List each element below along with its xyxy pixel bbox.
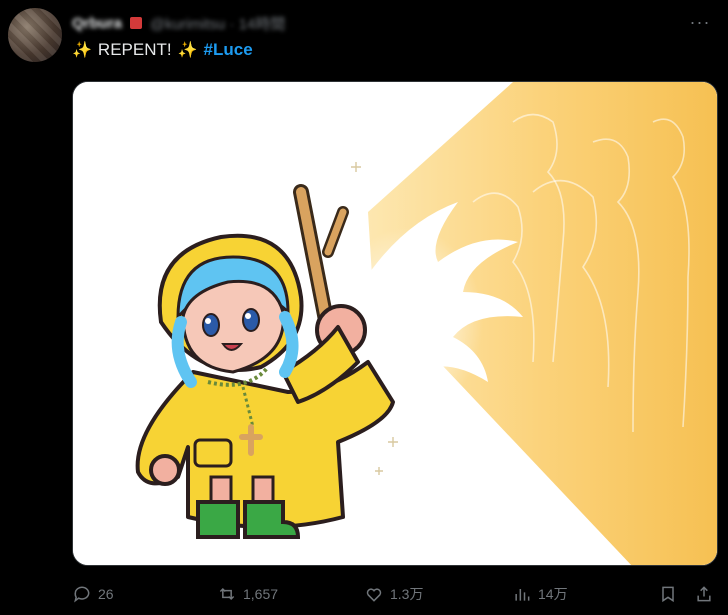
like-button[interactable]: 1.3万 [364, 584, 423, 604]
reply-count: 26 [98, 586, 114, 602]
views-button[interactable]: 14万 [512, 584, 568, 604]
retweet-icon [219, 587, 235, 601]
bookmark-button[interactable] [658, 584, 678, 604]
like-count: 1.3万 [390, 586, 424, 602]
post-text-body: REPENT! [97, 40, 172, 59]
share-button[interactable] [694, 584, 714, 604]
retweet-button[interactable]: 1,657 [217, 584, 278, 604]
author-avatar[interactable] [8, 8, 62, 62]
post-text: ✨ REPENT! ✨ #Luce [72, 40, 253, 60]
retweet-count: 1,657 [243, 586, 279, 602]
post-image[interactable] [72, 81, 718, 566]
reply-button[interactable]: 26 [72, 584, 114, 604]
author-display-name[interactable]: Qrbura [72, 15, 122, 32]
sparkle-emoji-right: ✨ [177, 42, 198, 59]
post-header: Qrbura @kurimitsu · 14時間 [72, 10, 718, 36]
author-handle[interactable]: @kurimitsu · 14時間 [150, 13, 285, 34]
post-actions: 26 1,657 1.3万 14万 [72, 580, 718, 608]
more-options-button[interactable]: ··· [686, 8, 714, 36]
analytics-icon [515, 589, 530, 601]
sparkle-emoji-left: ✨ [72, 42, 92, 59]
share-icon [697, 586, 711, 602]
badge-icon [130, 17, 143, 29]
reply-icon [74, 586, 90, 603]
more-icon: ··· [689, 11, 711, 32]
hashtag-link[interactable]: #Luce [204, 40, 253, 60]
heart-icon [366, 588, 382, 602]
bookmark-icon [662, 586, 674, 603]
illustration [73, 82, 717, 565]
views-count: 14万 [538, 586, 568, 602]
